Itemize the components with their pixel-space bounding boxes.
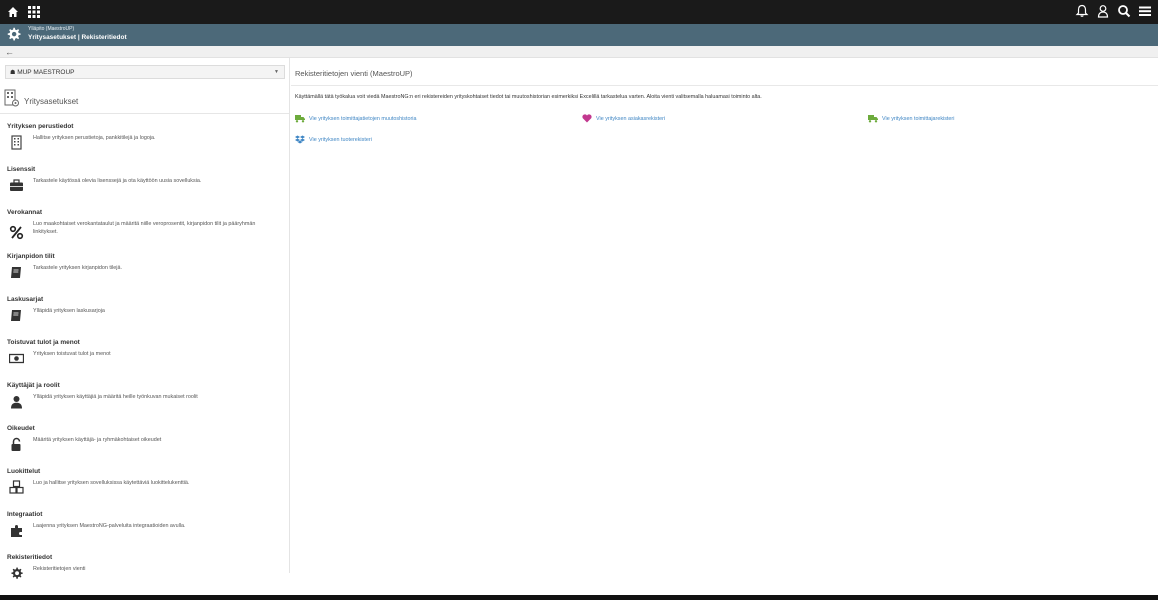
export-customer-register-link[interactable]: Vie yrityksen asiakasrekisteri	[582, 114, 665, 123]
page-title: Yritysasetukset | Rekisteritiedot	[28, 34, 127, 41]
sidebar-item-laskusarjat[interactable]: Laskusarjat Ylläpidä yrityksen laskusarj…	[7, 296, 282, 321]
company-select-label: MUP MAESTROUP	[17, 69, 75, 76]
unlock-icon	[9, 437, 24, 452]
content-title: Rekisteritietojen vienti (MaestroUP)	[295, 69, 413, 78]
section-title: Laskusarjat	[7, 296, 44, 303]
link-label: Vie yrityksen asiakasrekisteri	[596, 115, 666, 122]
bell-icon[interactable]	[1075, 4, 1089, 18]
sidebar-item-toistuvat-tulot-ja-menot[interactable]: Toistuvat tulot ja menot Yrityksen toist…	[7, 339, 282, 364]
briefcase-icon	[9, 178, 24, 193]
menu-icon[interactable]	[1138, 4, 1152, 18]
section-title: Lisenssit	[7, 166, 36, 173]
sidebar-heading-label: Yritysasetukset	[24, 97, 79, 106]
user-icon[interactable]	[1096, 4, 1110, 18]
section-description: Tarkastele käytössä olevia lisenssejä ja…	[33, 178, 202, 184]
link-label: Vie yrityksen toimittajatietojen muutosh…	[309, 115, 417, 122]
export-product-register-link[interactable]: Vie yrityksen tuoterekisteri	[295, 135, 372, 144]
company-select[interactable]: ☗ MUP MAESTROUP ▼	[5, 65, 285, 79]
sidebar-item-integraatiot[interactable]: Integraatiot Laajenna yrityksen MaestroN…	[7, 511, 282, 537]
window-bottom-edge	[0, 595, 1158, 600]
section-description: Rekisteritietojen vienti	[33, 566, 86, 572]
sidebar-item-lisenssit[interactable]: Lisenssit Tarkastele käytössä olevia lis…	[7, 166, 282, 191]
section-title: Rekisteritiedot	[7, 554, 53, 561]
top-navigation-bar	[0, 0, 1158, 24]
section-description: Hallitse yrityksen perustietoja, pankkit…	[33, 135, 156, 141]
building-icon	[9, 135, 24, 150]
sidebar-item-oikeudet[interactable]: Oikeudet Määritä yrityksen käyttäjä- ja …	[7, 425, 282, 451]
header-subtitle: Ylläpito (MaestroUP)	[28, 26, 75, 32]
heart-icon	[582, 114, 592, 123]
puzzle-icon	[9, 523, 24, 538]
section-title: Oikeudet	[7, 425, 35, 432]
section-title: Yrityksen perustiedot	[7, 123, 74, 130]
money-icon	[8, 351, 25, 366]
section-description: Ylläpidä yrityksen käyttäjiä ja määritä …	[33, 394, 198, 400]
page-header: Ylläpito (MaestroUP) Yritysasetukset | R…	[0, 24, 1158, 46]
truck-icon	[868, 114, 878, 123]
section-title: Käyttäjät ja roolit	[7, 382, 60, 389]
section-title: Integraatiot	[7, 511, 43, 518]
sidebar-item-rekisteritiedot[interactable]: Rekisteritiedot Rekisteritietojen vienti	[7, 554, 282, 579]
export-supplier-history-link[interactable]: Vie yrityksen toimittajatietojen muutosh…	[295, 114, 416, 123]
user-icon	[9, 394, 24, 409]
section-description: Yrityksen toistuvat tulot ja menot	[33, 351, 111, 357]
section-description: Luo maakohtaiset verokantataulut ja määr…	[33, 221, 256, 235]
sidebar-item-yrityksen-perustiedot[interactable]: Yrityksen perustiedot Hallitse yrityksen…	[7, 123, 282, 150]
dropbox-icon	[295, 135, 305, 144]
link-label: Vie yrityksen toimittajarekisteri	[882, 115, 955, 122]
gear-icon	[5, 26, 22, 43]
search-icon[interactable]	[1117, 4, 1131, 18]
apps-grid-icon[interactable]	[28, 5, 40, 18]
section-title: Luokittelut	[7, 468, 41, 475]
section-description: Ylläpidä yrityksen laskusarjoja	[33, 308, 105, 314]
section-description: Tarkastele yrityksen kirjanpidon tilejä.	[33, 265, 122, 271]
section-description: Määritä yrityksen käyttäjä- ja ryhmäkoht…	[33, 437, 162, 443]
link-label: Vie yrityksen tuoterekisteri	[309, 136, 372, 143]
building-settings-icon	[4, 89, 19, 107]
back-arrow-icon[interactable]: ←	[5, 47, 14, 57]
sidebar: ☗ MUP MAESTROUP ▼ Yritysasetukset Yrityk…	[0, 58, 290, 579]
main-content: Rekisteritietojen vienti (MaestroUP) Käy…	[291, 58, 1158, 573]
export-supplier-register-link[interactable]: Vie yrityksen toimittajarekisteri	[868, 114, 954, 123]
truck-icon	[295, 114, 305, 123]
chevron-down-icon: ▼	[274, 69, 279, 75]
percent-icon	[9, 225, 24, 240]
gear-icon	[9, 566, 24, 581]
section-description: Laajenna yrityksen MaestroNG-palveluita …	[33, 523, 186, 529]
divider	[291, 85, 1158, 86]
sidebar-item-kirjanpidon-tilit[interactable]: Kirjanpidon tilit Tarkastele yrityksen k…	[7, 253, 282, 278]
sidebar-item-kayttajat-ja-roolit[interactable]: Käyttäjät ja roolit Ylläpidä yrityksen k…	[7, 382, 282, 409]
section-title: Toistuvat tulot ja menot	[7, 339, 80, 346]
sidebar-item-verokannat[interactable]: Verokannat Luo maakohtaiset verokantatau…	[7, 209, 282, 240]
intro-text: Käyttämällä tätä työkalua voit viedä Mae…	[295, 94, 762, 100]
sidebar-item-luokittelut[interactable]: Luokittelut Luo ja hallitse yrityksen so…	[7, 468, 282, 494]
back-bar: ←	[0, 46, 1158, 58]
divider	[0, 113, 289, 114]
book-icon	[9, 308, 24, 323]
home-icon[interactable]	[7, 5, 19, 17]
book-icon	[9, 265, 24, 280]
section-description: Luo ja hallitse yrityksen sovelluksissa …	[33, 480, 190, 486]
section-title: Kirjanpidon tilit	[7, 253, 55, 260]
app-body: ☗ MUP MAESTROUP ▼ Yritysasetukset Yrityk…	[0, 58, 1158, 595]
section-title: Verokannat	[7, 209, 43, 216]
home-small-icon: ☗	[10, 70, 16, 76]
cubes-icon	[9, 480, 24, 495]
